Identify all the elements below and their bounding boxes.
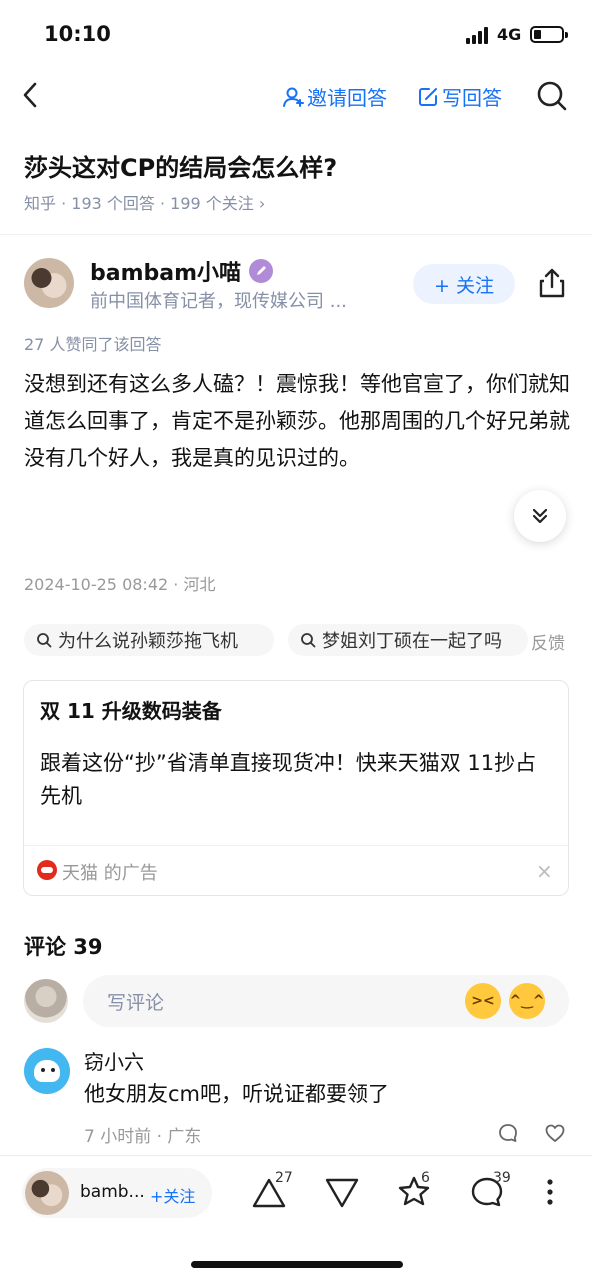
downvote-button[interactable] — [322, 1172, 362, 1212]
author-avatar — [25, 1171, 69, 1215]
reply-bubble-icon — [499, 1124, 517, 1142]
ad-card[interactable]: 双 11 升级数码装备 跟着这份“抄”省清单直接现货冲！快来天猫双 11抄占先机… — [23, 680, 569, 896]
author-name-row[interactable]: bambam小喵 — [90, 255, 274, 287]
invite-answer-label: 邀请回答 — [307, 86, 387, 110]
signal-icon — [466, 27, 492, 44]
comment-user-avatar[interactable] — [24, 1048, 70, 1094]
related-search-label: 梦姐刘丁硕在一起了吗 — [322, 631, 502, 652]
share-button[interactable] — [535, 266, 569, 300]
downvote-triangle-icon — [325, 1178, 359, 1208]
expand-button[interactable] — [514, 490, 566, 542]
search-icon — [37, 633, 52, 648]
ad-body: 跟着这份“抄”省清单直接现货冲！快来天猫双 11抄占先机 — [40, 751, 537, 808]
pen-badge-icon — [249, 259, 274, 283]
question-title[interactable]: 莎头这对CP的结局会怎么样? — [24, 148, 337, 183]
more-button[interactable] — [530, 1172, 570, 1212]
battery-icon — [530, 26, 568, 43]
ad-source: 天猫 的广告 — [62, 863, 158, 884]
more-vertical-icon — [547, 1179, 553, 1205]
upvote-count: 27 — [275, 1170, 293, 1186]
my-avatar — [24, 979, 68, 1023]
comments-header: 评论 39 — [24, 935, 103, 959]
invite-answer-button[interactable]: 邀请回答 — [282, 82, 387, 111]
comment-text[interactable]: 他女朋友cm吧，听说证都要领了 — [84, 1078, 389, 1108]
status-bar: 10:10 4G — [0, 0, 592, 70]
author-name: bambam小喵 — [90, 261, 242, 286]
divider — [0, 234, 592, 235]
network-type: 4G — [497, 25, 522, 44]
tmall-logo-icon — [37, 860, 57, 880]
back-button[interactable] — [16, 80, 46, 110]
double-chevron-down-icon — [532, 508, 548, 524]
bottom-author-name: bamb... — [80, 1182, 145, 1202]
comment-like-button[interactable] — [544, 1122, 566, 1148]
author-bio: 前中国体育记者，现传媒公司 ... — [90, 291, 347, 312]
follow-button[interactable]: + 关注 — [413, 264, 515, 304]
related-search-label: 为什么说孙颖莎拖飞机 — [58, 631, 238, 652]
comment-count: 39 — [493, 1170, 511, 1186]
top-nav: 邀请回答 写回答 — [0, 70, 592, 120]
answer-text[interactable]: 没想到还有这么多人磕？！震惊我！等他官宣了，你们就知道怎么回事了，肯定不是孙颖莎… — [24, 366, 572, 477]
search-button[interactable] — [535, 79, 569, 113]
edit-icon — [419, 87, 437, 106]
answer-timestamp: 2024-10-25 08:42 · 河北 — [24, 575, 216, 594]
bottom-follow-button[interactable]: +关注 — [150, 1183, 195, 1207]
question-meta[interactable]: 知乎 · 193 个回答 · 199 个关注 › — [24, 190, 265, 214]
comment-meta: 7 小时前 · 广东 — [84, 1127, 202, 1147]
likes-count-line: 27 人赞同了该回答 — [24, 335, 162, 354]
comment-reply-button[interactable] — [497, 1122, 519, 1148]
divider — [24, 845, 568, 846]
chevron-left-icon — [23, 82, 37, 108]
laughing-crying-emoji-icon[interactable]: >< — [465, 983, 501, 1019]
favorite-count: 6 — [421, 1170, 430, 1186]
ad-title: 双 11 升级数码装备 — [40, 699, 222, 723]
search-icon — [301, 633, 316, 648]
related-search-chip[interactable]: 梦姐刘丁硕在一起了吗 — [288, 624, 528, 656]
invite-person-icon — [283, 87, 304, 107]
share-icon — [539, 268, 565, 298]
comment-placeholder: 写评论 — [107, 992, 165, 1014]
feedback-link[interactable]: 反馈 — [531, 629, 565, 654]
related-search-chip[interactable]: 为什么说孙颖莎拖飞机 — [24, 624, 274, 656]
home-indicator — [191, 1261, 403, 1268]
grinning-emoji-icon[interactable]: ^‿^ — [509, 983, 545, 1019]
status-time: 10:10 — [44, 22, 111, 46]
divider — [0, 1155, 592, 1156]
bottom-author-pill[interactable]: bamb... +关注 — [22, 1168, 212, 1218]
heart-icon — [545, 1124, 565, 1142]
author-avatar[interactable] — [24, 258, 74, 308]
ad-close-button[interactable]: × — [536, 859, 553, 883]
search-icon — [537, 81, 567, 111]
comment-username[interactable]: 窃小六 — [84, 1046, 144, 1075]
comment-input[interactable]: 写评论 >< ^‿^ — [83, 975, 569, 1027]
write-answer-button[interactable]: 写回答 — [417, 82, 502, 111]
write-answer-label: 写回答 — [442, 86, 502, 110]
